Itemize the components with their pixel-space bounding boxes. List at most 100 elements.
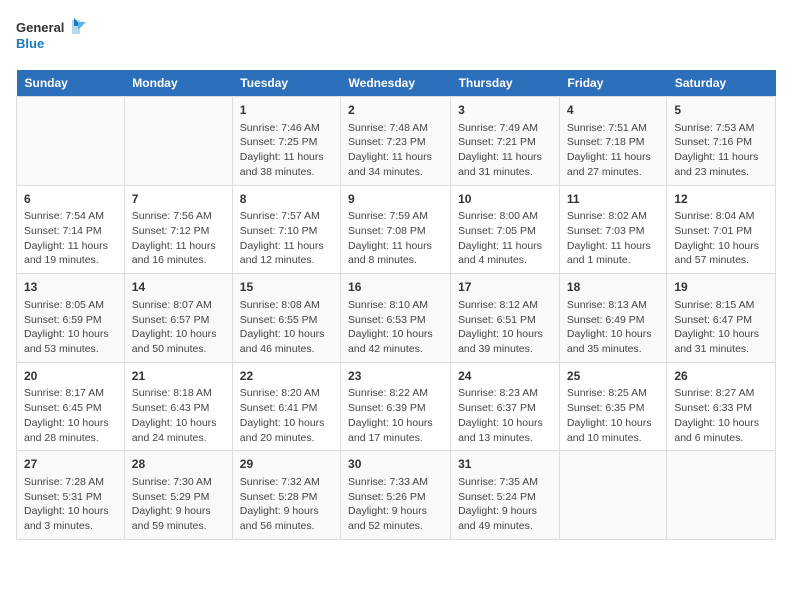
- day-number: 17: [458, 279, 552, 296]
- calendar-cell: 25Sunrise: 8:25 AM Sunset: 6:35 PM Dayli…: [559, 362, 666, 451]
- calendar-cell: [559, 451, 666, 540]
- day-detail: Sunrise: 8:00 AM Sunset: 7:05 PM Dayligh…: [458, 209, 552, 268]
- day-number: 14: [132, 279, 225, 296]
- calendar-cell: 27 Sunrise: 7:28 AM Sunset: 5:31 PM Dayli…: [17, 451, 125, 540]
- calendar-header-row: SundayMondayTuesdayWednesdayThursdayFrid…: [17, 70, 776, 97]
- calendar-cell: 30Sunrise: 7:33 AM Sunset: 5:26 PM Dayli…: [341, 451, 451, 540]
- calendar-cell: 10Sunrise: 8:00 AM Sunset: 7:05 PM Dayli…: [451, 185, 560, 274]
- day-number: 25: [567, 368, 659, 385]
- day-detail: Sunrise: 7:53 AM Sunset: 7:16 PM Dayligh…: [674, 121, 768, 180]
- calendar-cell: 3 Sunrise: 7:49 AM Sunset: 7:21 PM Daylig…: [451, 97, 560, 186]
- day-number: 13: [24, 279, 117, 296]
- calendar-cell: 6Sunrise: 7:54 AM Sunset: 7:14 PM Daylig…: [17, 185, 125, 274]
- day-detail: Sunrise: 7:35 AM Sunset: 5:24 PM Dayligh…: [458, 475, 552, 534]
- day-detail: Sunrise: 8:12 AM Sunset: 6:51 PM Dayligh…: [458, 298, 552, 357]
- day-detail: Sunrise: 8:07 AM Sunset: 6:57 PM Dayligh…: [132, 298, 225, 357]
- day-number: 12: [674, 191, 768, 208]
- day-detail: Sunrise: 7:33 AM Sunset: 5:26 PM Dayligh…: [348, 475, 443, 534]
- day-number: 9: [348, 191, 443, 208]
- day-detail: Sunrise: 7:28 AM Sunset: 5:31 PM Dayligh…: [24, 475, 117, 534]
- day-number: 24: [458, 368, 552, 385]
- calendar-cell: 2 Sunrise: 7:48 AM Sunset: 7:23 PM Daylig…: [341, 97, 451, 186]
- day-detail: Sunrise: 8:20 AM Sunset: 6:41 PM Dayligh…: [240, 386, 333, 445]
- calendar-table: SundayMondayTuesdayWednesdayThursdayFrid…: [16, 70, 776, 540]
- day-detail: Sunrise: 8:10 AM Sunset: 6:53 PM Dayligh…: [348, 298, 443, 357]
- day-number: 2: [348, 102, 443, 119]
- day-detail: Sunrise: 7:32 AM Sunset: 5:28 PM Dayligh…: [240, 475, 333, 534]
- calendar-cell: 8Sunrise: 7:57 AM Sunset: 7:10 PM Daylig…: [232, 185, 340, 274]
- day-detail: Sunrise: 8:27 AM Sunset: 6:33 PM Dayligh…: [674, 386, 768, 445]
- day-number: 1: [240, 102, 333, 119]
- day-detail: Sunrise: 7:46 AM Sunset: 7:25 PM Dayligh…: [240, 121, 333, 180]
- calendar-cell: 17 Sunrise: 8:12 AM Sunset: 6:51 PM Dayli…: [451, 274, 560, 363]
- day-detail: Sunrise: 7:59 AM Sunset: 7:08 PM Dayligh…: [348, 209, 443, 268]
- day-number: 22: [240, 368, 333, 385]
- calendar-cell: [17, 97, 125, 186]
- day-detail: Sunrise: 8:05 AM Sunset: 6:59 PM Dayligh…: [24, 298, 117, 357]
- day-number: 31: [458, 456, 552, 473]
- day-detail: Sunrise: 7:30 AM Sunset: 5:29 PM Dayligh…: [132, 475, 225, 534]
- calendar-cell: [667, 451, 776, 540]
- calendar-cell: 14 Sunrise: 8:07 AM Sunset: 6:57 PM Dayli…: [124, 274, 232, 363]
- day-number: 21: [132, 368, 225, 385]
- day-detail: Sunrise: 8:22 AM Sunset: 6:39 PM Dayligh…: [348, 386, 443, 445]
- day-detail: Sunrise: 7:49 AM Sunset: 7:21 PM Dayligh…: [458, 121, 552, 180]
- calendar-cell: 12Sunrise: 8:04 AM Sunset: 7:01 PM Dayli…: [667, 185, 776, 274]
- day-detail: Sunrise: 8:18 AM Sunset: 6:43 PM Dayligh…: [132, 386, 225, 445]
- day-detail: Sunrise: 8:15 AM Sunset: 6:47 PM Dayligh…: [674, 298, 768, 357]
- calendar-cell: 23Sunrise: 8:22 AM Sunset: 6:39 PM Dayli…: [341, 362, 451, 451]
- calendar-cell: 13 Sunrise: 8:05 AM Sunset: 6:59 PM Dayli…: [17, 274, 125, 363]
- day-detail: Sunrise: 8:02 AM Sunset: 7:03 PM Dayligh…: [567, 209, 659, 268]
- day-number: 26: [674, 368, 768, 385]
- day-detail: Sunrise: 7:54 AM Sunset: 7:14 PM Dayligh…: [24, 209, 117, 268]
- day-number: 4: [567, 102, 659, 119]
- day-of-week-header: Monday: [124, 70, 232, 97]
- day-number: 15: [240, 279, 333, 296]
- day-detail: Sunrise: 7:51 AM Sunset: 7:18 PM Dayligh…: [567, 121, 659, 180]
- day-number: 16: [348, 279, 443, 296]
- calendar-cell: [124, 97, 232, 186]
- calendar-cell: 31 Sunrise: 7:35 AM Sunset: 5:24 PM Dayli…: [451, 451, 560, 540]
- day-number: 11: [567, 191, 659, 208]
- day-detail: Sunrise: 7:56 AM Sunset: 7:12 PM Dayligh…: [132, 209, 225, 268]
- calendar-week-row: 6Sunrise: 7:54 AM Sunset: 7:14 PM Daylig…: [17, 185, 776, 274]
- calendar-week-row: 20Sunrise: 8:17 AM Sunset: 6:45 PM Dayli…: [17, 362, 776, 451]
- day-detail: Sunrise: 8:25 AM Sunset: 6:35 PM Dayligh…: [567, 386, 659, 445]
- calendar-week-row: 13 Sunrise: 8:05 AM Sunset: 6:59 PM Dayli…: [17, 274, 776, 363]
- day-detail: Sunrise: 8:08 AM Sunset: 6:55 PM Dayligh…: [240, 298, 333, 357]
- calendar-cell: 18Sunrise: 8:13 AM Sunset: 6:49 PM Dayli…: [559, 274, 666, 363]
- day-number: 5: [674, 102, 768, 119]
- day-detail: Sunrise: 8:23 AM Sunset: 6:37 PM Dayligh…: [458, 386, 552, 445]
- day-number: 6: [24, 191, 117, 208]
- logo: General Blue: [16, 16, 86, 58]
- calendar-week-row: 27 Sunrise: 7:28 AM Sunset: 5:31 PM Dayli…: [17, 451, 776, 540]
- calendar-week-row: 1 Sunrise: 7:46 AM Sunset: 7:25 PM Daylig…: [17, 97, 776, 186]
- day-number: 20: [24, 368, 117, 385]
- calendar-cell: 22Sunrise: 8:20 AM Sunset: 6:41 PM Dayli…: [232, 362, 340, 451]
- calendar-cell: 1 Sunrise: 7:46 AM Sunset: 7:25 PM Daylig…: [232, 97, 340, 186]
- day-of-week-header: Tuesday: [232, 70, 340, 97]
- calendar-cell: 11Sunrise: 8:02 AM Sunset: 7:03 PM Dayli…: [559, 185, 666, 274]
- day-number: 23: [348, 368, 443, 385]
- day-of-week-header: Friday: [559, 70, 666, 97]
- calendar-cell: 5 Sunrise: 7:53 AM Sunset: 7:16 PM Daylig…: [667, 97, 776, 186]
- logo-svg: General Blue: [16, 16, 86, 58]
- svg-text:General: General: [16, 20, 64, 35]
- day-number: 19: [674, 279, 768, 296]
- day-number: 3: [458, 102, 552, 119]
- calendar-cell: 24Sunrise: 8:23 AM Sunset: 6:37 PM Dayli…: [451, 362, 560, 451]
- day-of-week-header: Thursday: [451, 70, 560, 97]
- calendar-cell: 29 Sunrise: 7:32 AM Sunset: 5:28 PM Dayli…: [232, 451, 340, 540]
- day-of-week-header: Saturday: [667, 70, 776, 97]
- day-of-week-header: Wednesday: [341, 70, 451, 97]
- day-detail: Sunrise: 8:04 AM Sunset: 7:01 PM Dayligh…: [674, 209, 768, 268]
- day-number: 28: [132, 456, 225, 473]
- day-detail: Sunrise: 8:13 AM Sunset: 6:49 PM Dayligh…: [567, 298, 659, 357]
- calendar-cell: 7Sunrise: 7:56 AM Sunset: 7:12 PM Daylig…: [124, 185, 232, 274]
- day-number: 29: [240, 456, 333, 473]
- page-header: General Blue: [16, 16, 776, 58]
- calendar-cell: 15 Sunrise: 8:08 AM Sunset: 6:55 PM Dayli…: [232, 274, 340, 363]
- day-detail: Sunrise: 7:48 AM Sunset: 7:23 PM Dayligh…: [348, 121, 443, 180]
- day-number: 27: [24, 456, 117, 473]
- day-detail: Sunrise: 8:17 AM Sunset: 6:45 PM Dayligh…: [24, 386, 117, 445]
